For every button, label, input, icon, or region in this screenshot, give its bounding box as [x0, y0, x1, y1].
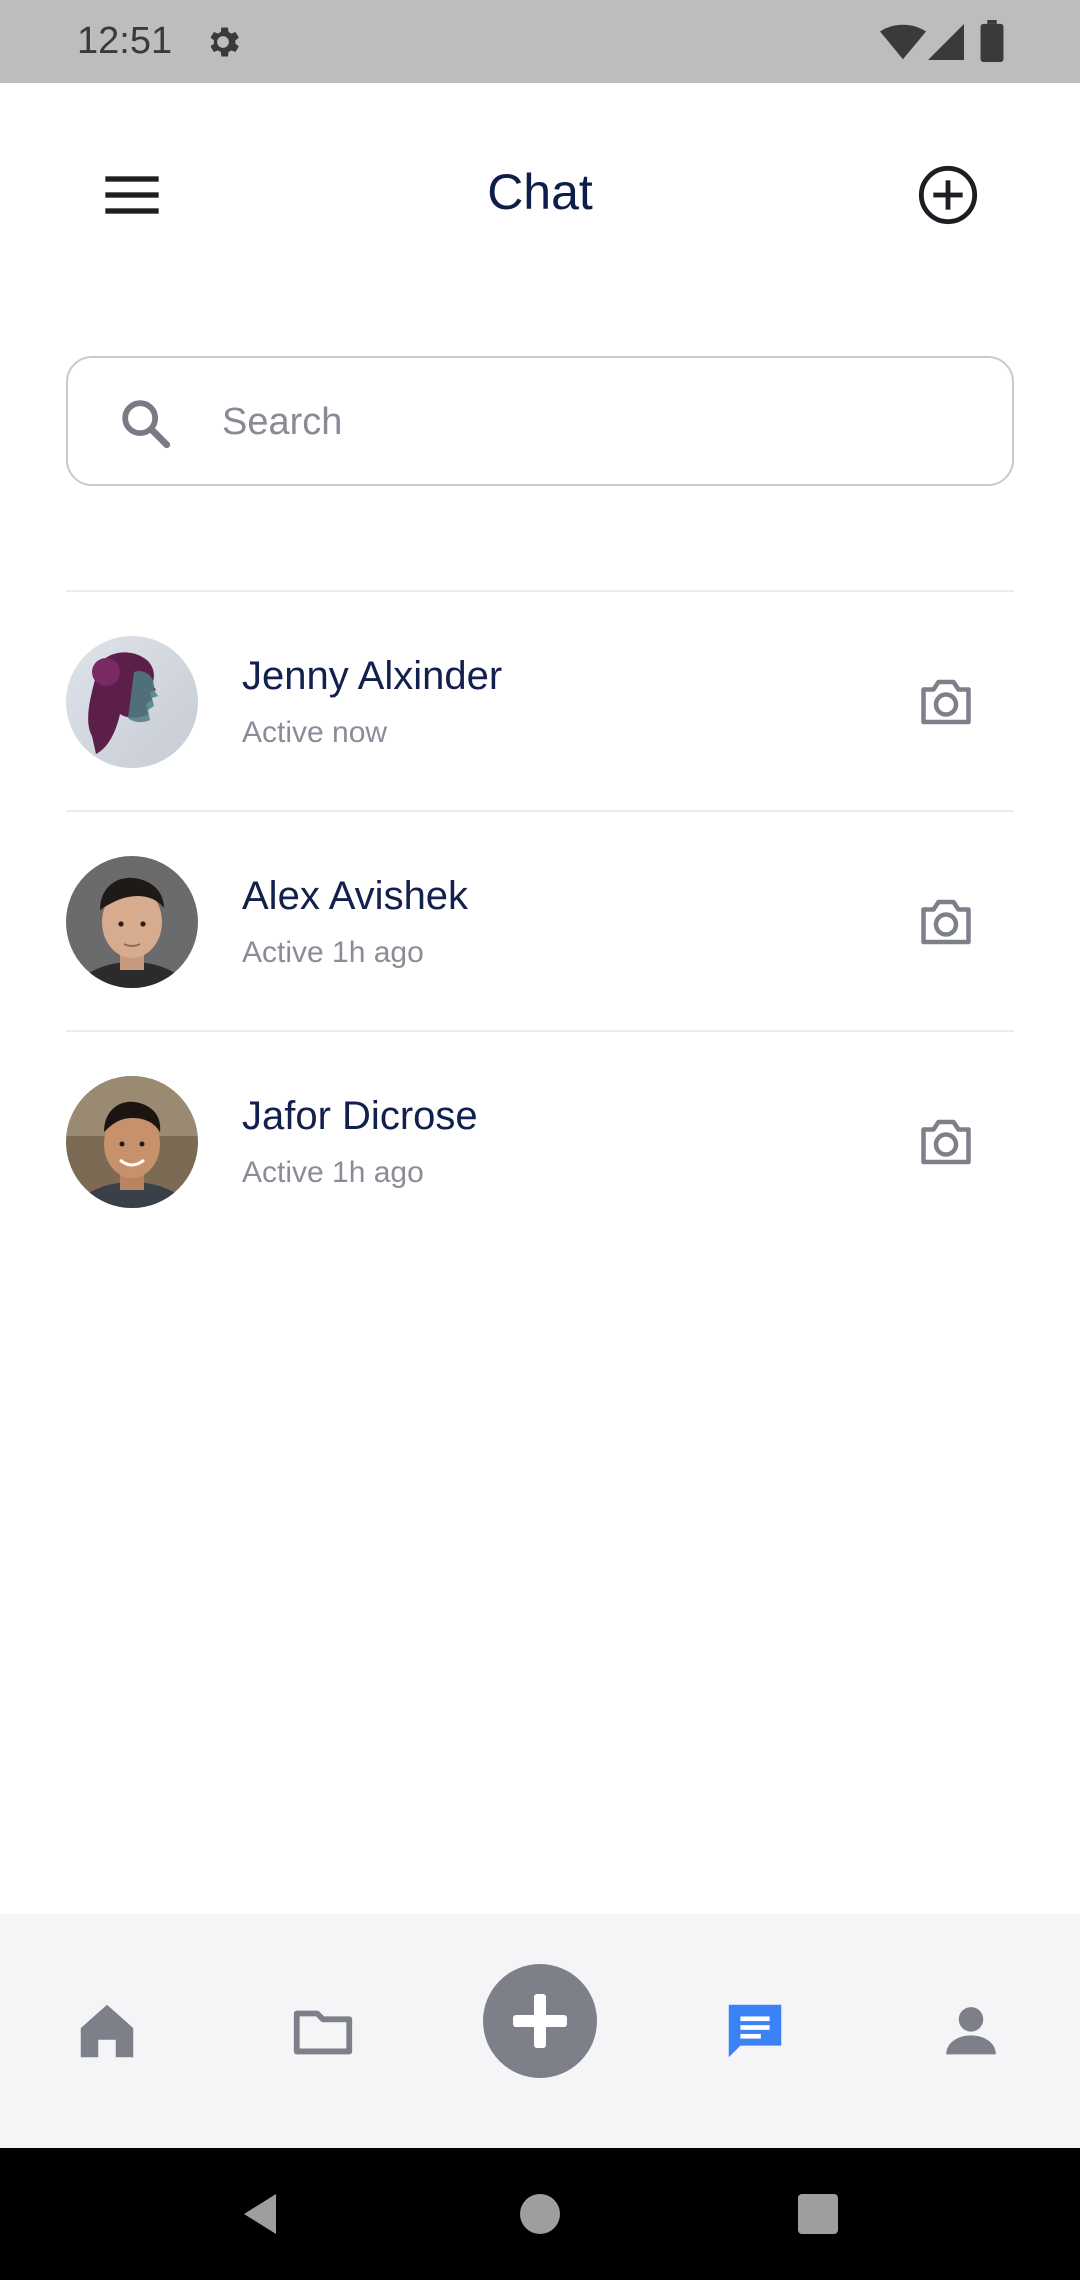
avatar	[66, 856, 198, 988]
app-header: Chat	[0, 83, 1080, 303]
home-button-icon[interactable]	[520, 2194, 560, 2234]
add-icon	[513, 1994, 567, 2048]
settings-gear-icon	[210, 27, 239, 57]
system-navigation-bar	[0, 2148, 1080, 2280]
search-input[interactable]	[222, 384, 982, 460]
home-icon[interactable]	[72, 1996, 142, 2066]
chat-list-item[interactable]: Jenny Alxinder Active now	[66, 590, 1014, 810]
signal-icon	[928, 24, 964, 60]
folder-icon[interactable]	[288, 1996, 358, 2066]
recent-apps-icon[interactable]	[798, 2194, 838, 2234]
avatar	[66, 636, 198, 768]
chat-list: Jenny Alxinder Active now Alex Avishek A…	[66, 590, 1014, 1250]
contact-status: Active now	[242, 716, 388, 749]
contact-status: Active 1h ago	[242, 1156, 424, 1189]
chat-list-item[interactable]: Jafor Dicrose Active 1h ago	[66, 1030, 1014, 1250]
back-icon[interactable]	[236, 2190, 284, 2238]
avatar	[66, 1076, 198, 1208]
status-time: 12:51	[77, 20, 173, 62]
contact-name: Jafor Dicrose	[242, 1094, 478, 1138]
search-box[interactable]	[66, 356, 1014, 486]
camera-icon[interactable]	[916, 672, 976, 732]
battery-icon	[980, 20, 1004, 62]
camera-icon[interactable]	[916, 1112, 976, 1172]
bottom-navigation	[0, 1914, 1080, 2148]
chat-list-item[interactable]: Alex Avishek Active 1h ago	[66, 810, 1014, 1030]
profile-icon[interactable]	[936, 1996, 1006, 2066]
chat-icon[interactable]	[720, 1996, 790, 2066]
contact-name: Alex Avishek	[242, 874, 469, 918]
wifi-icon	[880, 24, 926, 60]
contact-name: Jenny Alxinder	[242, 654, 503, 698]
camera-icon[interactable]	[916, 892, 976, 952]
contact-status: Active 1h ago	[242, 936, 424, 969]
status-bar: 12:51	[0, 0, 1080, 83]
add-circle-icon[interactable]	[916, 163, 980, 227]
add-fab-button[interactable]	[483, 1964, 597, 2078]
search-icon	[122, 400, 171, 449]
